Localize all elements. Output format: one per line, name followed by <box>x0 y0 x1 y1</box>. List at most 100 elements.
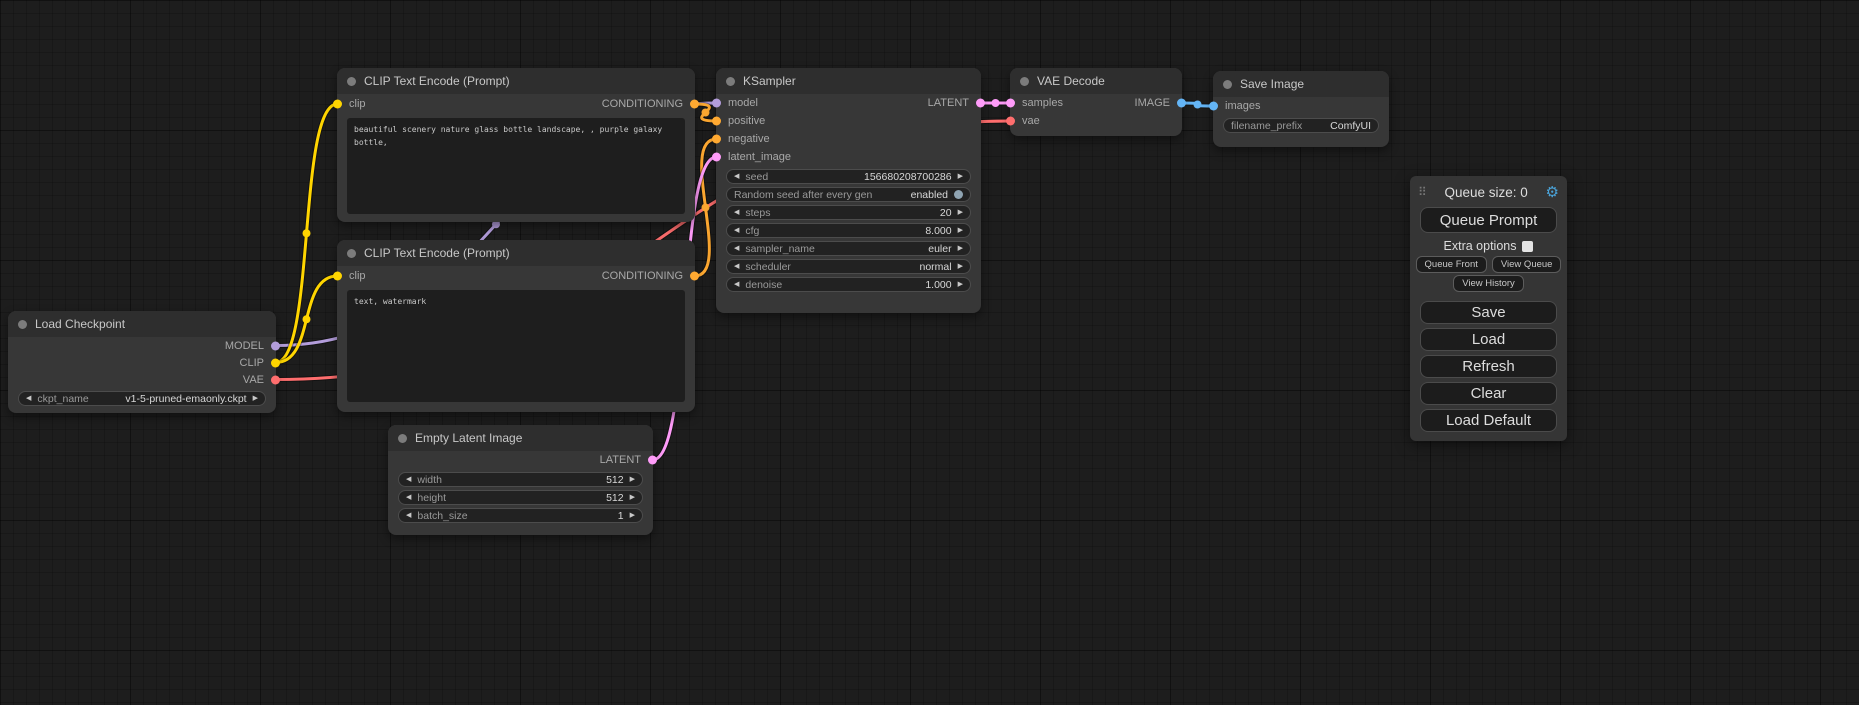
prev-arrow-icon[interactable]: ◀ <box>734 263 739 270</box>
output-slot-latent[interactable] <box>976 99 985 108</box>
node-ksampler[interactable]: KSampler model LATENT positive negative … <box>716 68 981 313</box>
output-slot-vae[interactable] <box>271 375 280 384</box>
node-title-bar[interactable]: Empty Latent Image <box>388 425 653 451</box>
increment-arrow-icon[interactable]: ▶ <box>958 227 963 234</box>
increment-arrow-icon[interactable]: ▶ <box>958 209 963 216</box>
node-collapse-dot-icon[interactable] <box>1223 80 1232 89</box>
load-button[interactable]: Load <box>1420 328 1557 351</box>
node-collapse-dot-icon[interactable] <box>18 320 27 329</box>
input-slot-model[interactable] <box>712 99 721 108</box>
view-queue-button[interactable]: View Queue <box>1492 256 1562 273</box>
queue-front-button[interactable]: Queue Front <box>1416 256 1487 273</box>
slot-row: latent_image <box>716 148 981 166</box>
node-load-checkpoint[interactable]: Load Checkpoint MODEL CLIP VAE ◀ ckpt_na… <box>8 311 276 413</box>
input-slot-clip[interactable] <box>333 100 342 109</box>
decrement-arrow-icon[interactable]: ◀ <box>734 227 739 234</box>
increment-arrow-icon[interactable]: ▶ <box>630 512 635 519</box>
extra-options-checkbox[interactable] <box>1522 241 1533 252</box>
load-default-button[interactable]: Load Default <box>1420 409 1557 432</box>
output-slot-conditioning[interactable] <box>690 100 699 109</box>
toggle-indicator-icon[interactable] <box>954 190 963 199</box>
input-slot-clip[interactable] <box>333 272 342 281</box>
output-label-model: MODEL <box>225 340 264 352</box>
output-slot-model[interactable] <box>271 341 280 350</box>
prev-arrow-icon[interactable]: ◀ <box>734 245 739 252</box>
slot-row: clip CONDITIONING <box>337 266 695 286</box>
widget-seed[interactable]: ◀ seed 156680208700286 ▶ <box>726 169 971 184</box>
queue-prompt-button[interactable]: Queue Prompt <box>1420 207 1557 233</box>
output-slot-clip[interactable] <box>271 358 280 367</box>
save-button[interactable]: Save <box>1420 301 1557 324</box>
increment-arrow-icon[interactable]: ▶ <box>630 476 635 483</box>
node-title-bar[interactable]: VAE Decode <box>1010 68 1182 94</box>
widget-ckpt-name[interactable]: ◀ ckpt_name v1-5-pruned-emaonly.ckpt ▶ <box>18 391 266 406</box>
widget-label: scheduler <box>745 261 791 273</box>
input-slot-latent-image[interactable] <box>712 153 721 162</box>
widget-value: 512 <box>606 492 624 504</box>
next-arrow-icon[interactable]: ▶ <box>253 395 258 402</box>
widget-scheduler[interactable]: ◀ scheduler normal ▶ <box>726 259 971 274</box>
decrement-arrow-icon[interactable]: ◀ <box>406 512 411 519</box>
decrement-arrow-icon[interactable]: ◀ <box>734 173 739 180</box>
clear-button[interactable]: Clear <box>1420 382 1557 405</box>
negative-prompt-textarea[interactable]: text, watermark <box>347 290 685 402</box>
positive-prompt-textarea[interactable]: beautiful scenery nature glass bottle la… <box>347 118 685 214</box>
slot-row: LATENT <box>388 451 653 469</box>
widget-steps[interactable]: ◀ steps 20 ▶ <box>726 205 971 220</box>
node-title-bar[interactable]: Save Image <box>1213 71 1389 97</box>
input-slot-images[interactable] <box>1209 102 1218 111</box>
node-empty-latent-image[interactable]: Empty Latent Image LATENT ◀ width 512 ▶ … <box>388 425 653 535</box>
node-graph-canvas[interactable]: Load Checkpoint MODEL CLIP VAE ◀ ckpt_na… <box>0 0 1859 705</box>
widget-batch-size[interactable]: ◀ batch_size 1 ▶ <box>398 508 643 523</box>
node-title-bar[interactable]: CLIP Text Encode (Prompt) <box>337 240 695 266</box>
node-collapse-dot-icon[interactable] <box>726 77 735 86</box>
node-clip-text-encode-positive[interactable]: CLIP Text Encode (Prompt) clip CONDITION… <box>337 68 695 222</box>
node-collapse-dot-icon[interactable] <box>347 77 356 86</box>
decrement-arrow-icon[interactable]: ◀ <box>406 476 411 483</box>
node-title-bar[interactable]: CLIP Text Encode (Prompt) <box>337 68 695 94</box>
node-vae-decode[interactable]: VAE Decode samples IMAGE vae <box>1010 68 1182 136</box>
widget-height[interactable]: ◀ height 512 ▶ <box>398 490 643 505</box>
drag-handle-icon[interactable]: ⠿ <box>1418 185 1427 199</box>
widget-denoise[interactable]: ◀ denoise 1.000 ▶ <box>726 277 971 292</box>
next-arrow-icon[interactable]: ▶ <box>958 263 963 270</box>
increment-arrow-icon[interactable]: ▶ <box>630 494 635 501</box>
node-clip-text-encode-negative[interactable]: CLIP Text Encode (Prompt) clip CONDITION… <box>337 240 695 412</box>
node-save-image[interactable]: Save Image images filename_prefix ComfyU… <box>1213 71 1389 147</box>
widget-random-seed-toggle[interactable]: Random seed after every gen enabled <box>726 187 971 202</box>
increment-arrow-icon[interactable]: ▶ <box>958 173 963 180</box>
input-label-samples: samples <box>1022 97 1063 109</box>
node-title-bar[interactable]: KSampler <box>716 68 981 94</box>
input-slot-positive[interactable] <box>712 117 721 126</box>
next-arrow-icon[interactable]: ▶ <box>958 245 963 252</box>
widget-width[interactable]: ◀ width 512 ▶ <box>398 472 643 487</box>
decrement-arrow-icon[interactable]: ◀ <box>734 281 739 288</box>
queue-panel-header: ⠿ Queue size: 0 ⚙ <box>1410 180 1567 202</box>
widget-filename-prefix[interactable]: filename_prefix ComfyUI <box>1223 118 1379 133</box>
widget-sampler-name[interactable]: ◀ sampler_name euler ▶ <box>726 241 971 256</box>
node-collapse-dot-icon[interactable] <box>398 434 407 443</box>
input-slot-negative[interactable] <box>712 135 721 144</box>
widget-value: 512 <box>606 474 624 486</box>
prev-arrow-icon[interactable]: ◀ <box>26 395 31 402</box>
output-slot-image[interactable] <box>1177 99 1186 108</box>
node-title: VAE Decode <box>1037 74 1105 88</box>
input-slot-samples[interactable] <box>1006 99 1015 108</box>
widget-value: ComfyUI <box>1330 120 1371 132</box>
output-slot-conditioning[interactable] <box>690 272 699 281</box>
view-history-button[interactable]: View History <box>1453 275 1524 292</box>
output-slot-latent[interactable] <box>648 456 657 465</box>
decrement-arrow-icon[interactable]: ◀ <box>406 494 411 501</box>
decrement-arrow-icon[interactable]: ◀ <box>734 209 739 216</box>
queue-panel: ⠿ Queue size: 0 ⚙ Queue Prompt Extra opt… <box>1410 176 1567 441</box>
input-slot-vae[interactable] <box>1006 117 1015 126</box>
refresh-button[interactable]: Refresh <box>1420 355 1557 378</box>
widget-label: sampler_name <box>745 243 814 255</box>
node-collapse-dot-icon[interactable] <box>347 249 356 258</box>
settings-gear-icon[interactable]: ⚙ <box>1546 183 1559 201</box>
widget-cfg[interactable]: ◀ cfg 8.000 ▶ <box>726 223 971 238</box>
widget-value: v1-5-pruned-emaonly.ckpt <box>125 393 246 405</box>
node-collapse-dot-icon[interactable] <box>1020 77 1029 86</box>
increment-arrow-icon[interactable]: ▶ <box>958 281 963 288</box>
node-title-bar[interactable]: Load Checkpoint <box>8 311 276 337</box>
